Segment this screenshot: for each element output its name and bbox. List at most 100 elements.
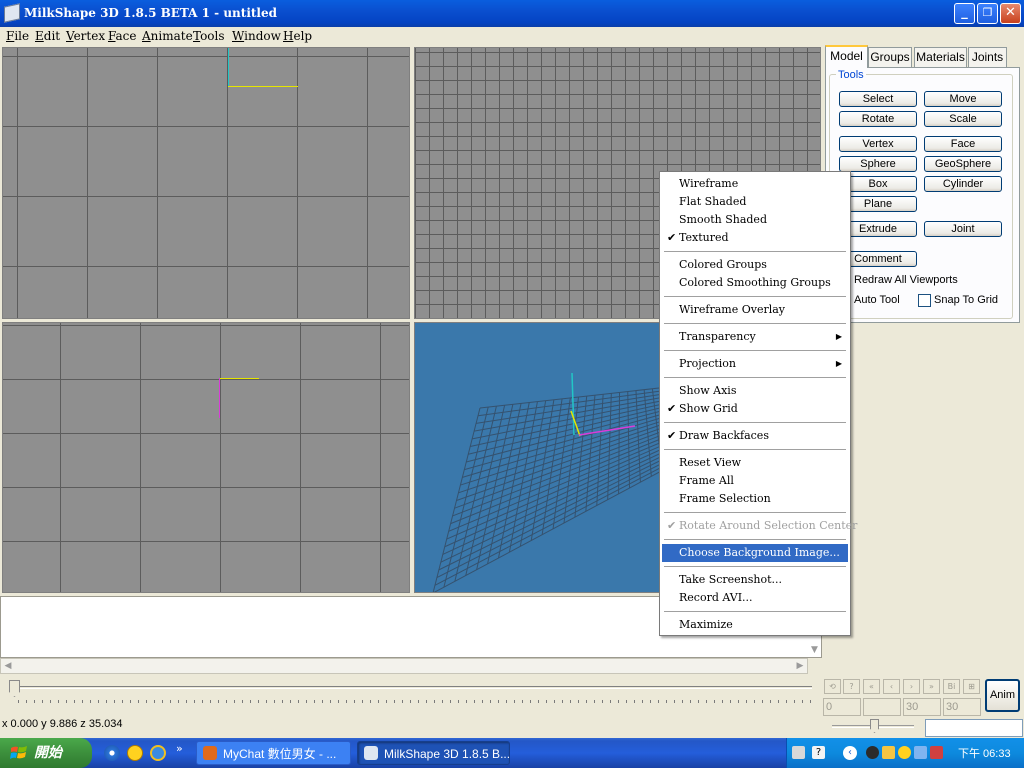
menu-item-label: Flat Shaded [679,195,747,208]
menu-item-label: Show Axis [679,384,737,397]
menu-separator [664,377,846,378]
tab-groups[interactable]: Groups [868,47,912,67]
menu-item-show-grid[interactable]: ✔ Show Grid [662,400,848,418]
keyboard-icon[interactable] [792,746,805,759]
media-player-icon[interactable] [104,745,120,761]
anim-last-frame-button[interactable]: » [923,679,940,694]
menu-item-frame-selection[interactable]: Frame Selection [662,490,848,508]
menu-window[interactable]: Window [232,29,281,43]
minimize-button[interactable]: _ [954,3,975,24]
tray-display-icon[interactable] [914,746,927,759]
speed-field[interactable] [925,719,1023,737]
menu-item-choose-background-image[interactable]: Choose Background Image... [662,544,848,562]
tray-security-icon[interactable] [930,746,943,759]
menu-tools[interactable]: Tools [193,29,225,43]
timeline-tick [586,700,587,703]
menu-item-label: Reset View [679,456,742,469]
menu-separator [664,323,846,324]
timeline-tick [426,700,427,703]
scroll-right-arrow-icon[interactable]: ▶ [793,659,807,673]
anim-next-frame-button[interactable]: › [903,679,920,694]
tray-messenger-icon[interactable] [898,746,911,759]
menu-item-record-avi[interactable]: Record AVI... [662,589,848,607]
menu-item-show-axis[interactable]: Show Axis [662,382,848,400]
select-button[interactable]: Select [839,91,917,107]
messenger-icon[interactable] [127,745,143,761]
internet-explorer-icon[interactable] [150,745,166,761]
menu-item-reset-view[interactable]: Reset View [662,454,848,472]
timeline-tick [482,700,483,703]
anim-bi-button[interactable]: Bi [943,679,960,694]
menu-face[interactable]: Face [108,29,137,43]
scroll-down-arrow-icon[interactable]: ▼ [807,642,822,658]
menu-item-wireframe-overlay[interactable]: Wireframe Overlay [662,301,848,319]
menu-item-transparency[interactable]: Transparency ▶ [662,328,848,346]
anim-frame-button[interactable]: ⊞ [963,679,980,694]
taskbar-button-milkshape[interactable]: MilkShape 3D 1.8.5 B... [357,741,510,765]
anim-loop-button[interactable]: ⟲ [824,679,841,694]
restore-button[interactable]: ❐ [977,3,998,24]
menu-item-projection[interactable]: Projection ▶ [662,355,848,373]
menu-item-frame-all[interactable]: Frame All [662,472,848,490]
end-frame-field[interactable]: 30 [943,698,981,716]
menu-item-textured[interactable]: ✔ Textured [662,229,848,247]
menu-help[interactable]: Help [283,29,312,43]
tray-expand-icon[interactable]: ‹ [843,746,857,760]
anim-help-button[interactable]: ? [843,679,860,694]
viewport-front[interactable] [2,322,410,593]
menu-item-take-screenshot[interactable]: Take Screenshot... [662,571,848,589]
scale-button[interactable]: Scale [924,111,1002,127]
joint-button[interactable]: Joint [924,221,1002,237]
timeline-tick [770,700,771,703]
anim-button[interactable]: Anim [985,679,1020,712]
frame-field-blank[interactable] [863,698,901,716]
tray-network-icon[interactable] [882,746,895,759]
timeline-tick [786,700,787,703]
anim-prev-frame-button[interactable]: ‹ [883,679,900,694]
menu-item-smooth-shaded[interactable]: Smooth Shaded [662,211,848,229]
menu-edit[interactable]: Edit [35,29,60,43]
menu-file[interactable]: File [6,29,29,43]
menu-item-wireframe[interactable]: Wireframe [662,175,848,193]
vertex-button[interactable]: Vertex [839,136,917,152]
anim-first-frame-button[interactable]: « [863,679,880,694]
close-button[interactable]: ✕ [1000,3,1021,24]
scroll-left-arrow-icon[interactable]: ◀ [1,659,15,673]
speed-slider-thumb[interactable] [870,719,879,733]
milkshape-app-icon[interactable] [4,3,20,23]
tray-app-icon[interactable] [866,746,879,759]
redraw-all-viewports-label: Redraw All Viewports [854,274,958,286]
taskbar-button-label: MyChat 數位男女 - ... [223,747,337,761]
menu-vertex[interactable]: Vertex [66,29,105,43]
menu-item-draw-backfaces[interactable]: ✔ Draw Backfaces [662,427,848,445]
viewport-top[interactable] [2,47,410,319]
menu-item-label: Colored Groups [679,258,767,271]
title-bar[interactable]: MilkShape 3D 1.8.5 BETA 1 - untitled _ ❐… [0,0,1024,27]
rotate-button[interactable]: Rotate [839,111,917,127]
current-frame-field[interactable]: 0 [823,698,861,716]
menu-item-maximize[interactable]: Maximize [662,616,848,634]
quick-launch-more-icon[interactable]: » [176,742,183,755]
start-frame-field[interactable]: 30 [903,698,941,716]
tab-joints[interactable]: Joints [968,47,1007,67]
menu-item-flat-shaded[interactable]: Flat Shaded [662,193,848,211]
menu-item-colored-smoothing-groups[interactable]: Colored Smoothing Groups [662,274,848,292]
timeline-track[interactable] [14,686,812,689]
menu-item-rotate-around-selection-center[interactable]: ✔ Rotate Around Selection Center [662,517,857,535]
tab-materials[interactable]: Materials [914,47,967,67]
horizontal-scrollbar[interactable]: ◀ ▶ [0,658,808,674]
face-button[interactable]: Face [924,136,1002,152]
snap-to-grid-checkbox[interactable] [918,294,931,307]
help-icon[interactable]: ? [812,746,825,759]
timeline-slider-thumb[interactable] [9,680,20,697]
geosphere-button[interactable]: GeoSphere [924,156,1002,172]
cylinder-button[interactable]: Cylinder [924,176,1002,192]
timeline-tick [538,700,539,703]
move-button[interactable]: Move [924,91,1002,107]
menu-item-colored-groups[interactable]: Colored Groups [662,256,848,274]
sphere-button[interactable]: Sphere [839,156,917,172]
menu-animate[interactable]: Animate [142,29,193,43]
taskbar-button-mychat[interactable]: MyChat 數位男女 - ... [196,741,351,765]
timeline-tick [594,700,595,703]
tab-model[interactable]: Model [825,45,868,68]
